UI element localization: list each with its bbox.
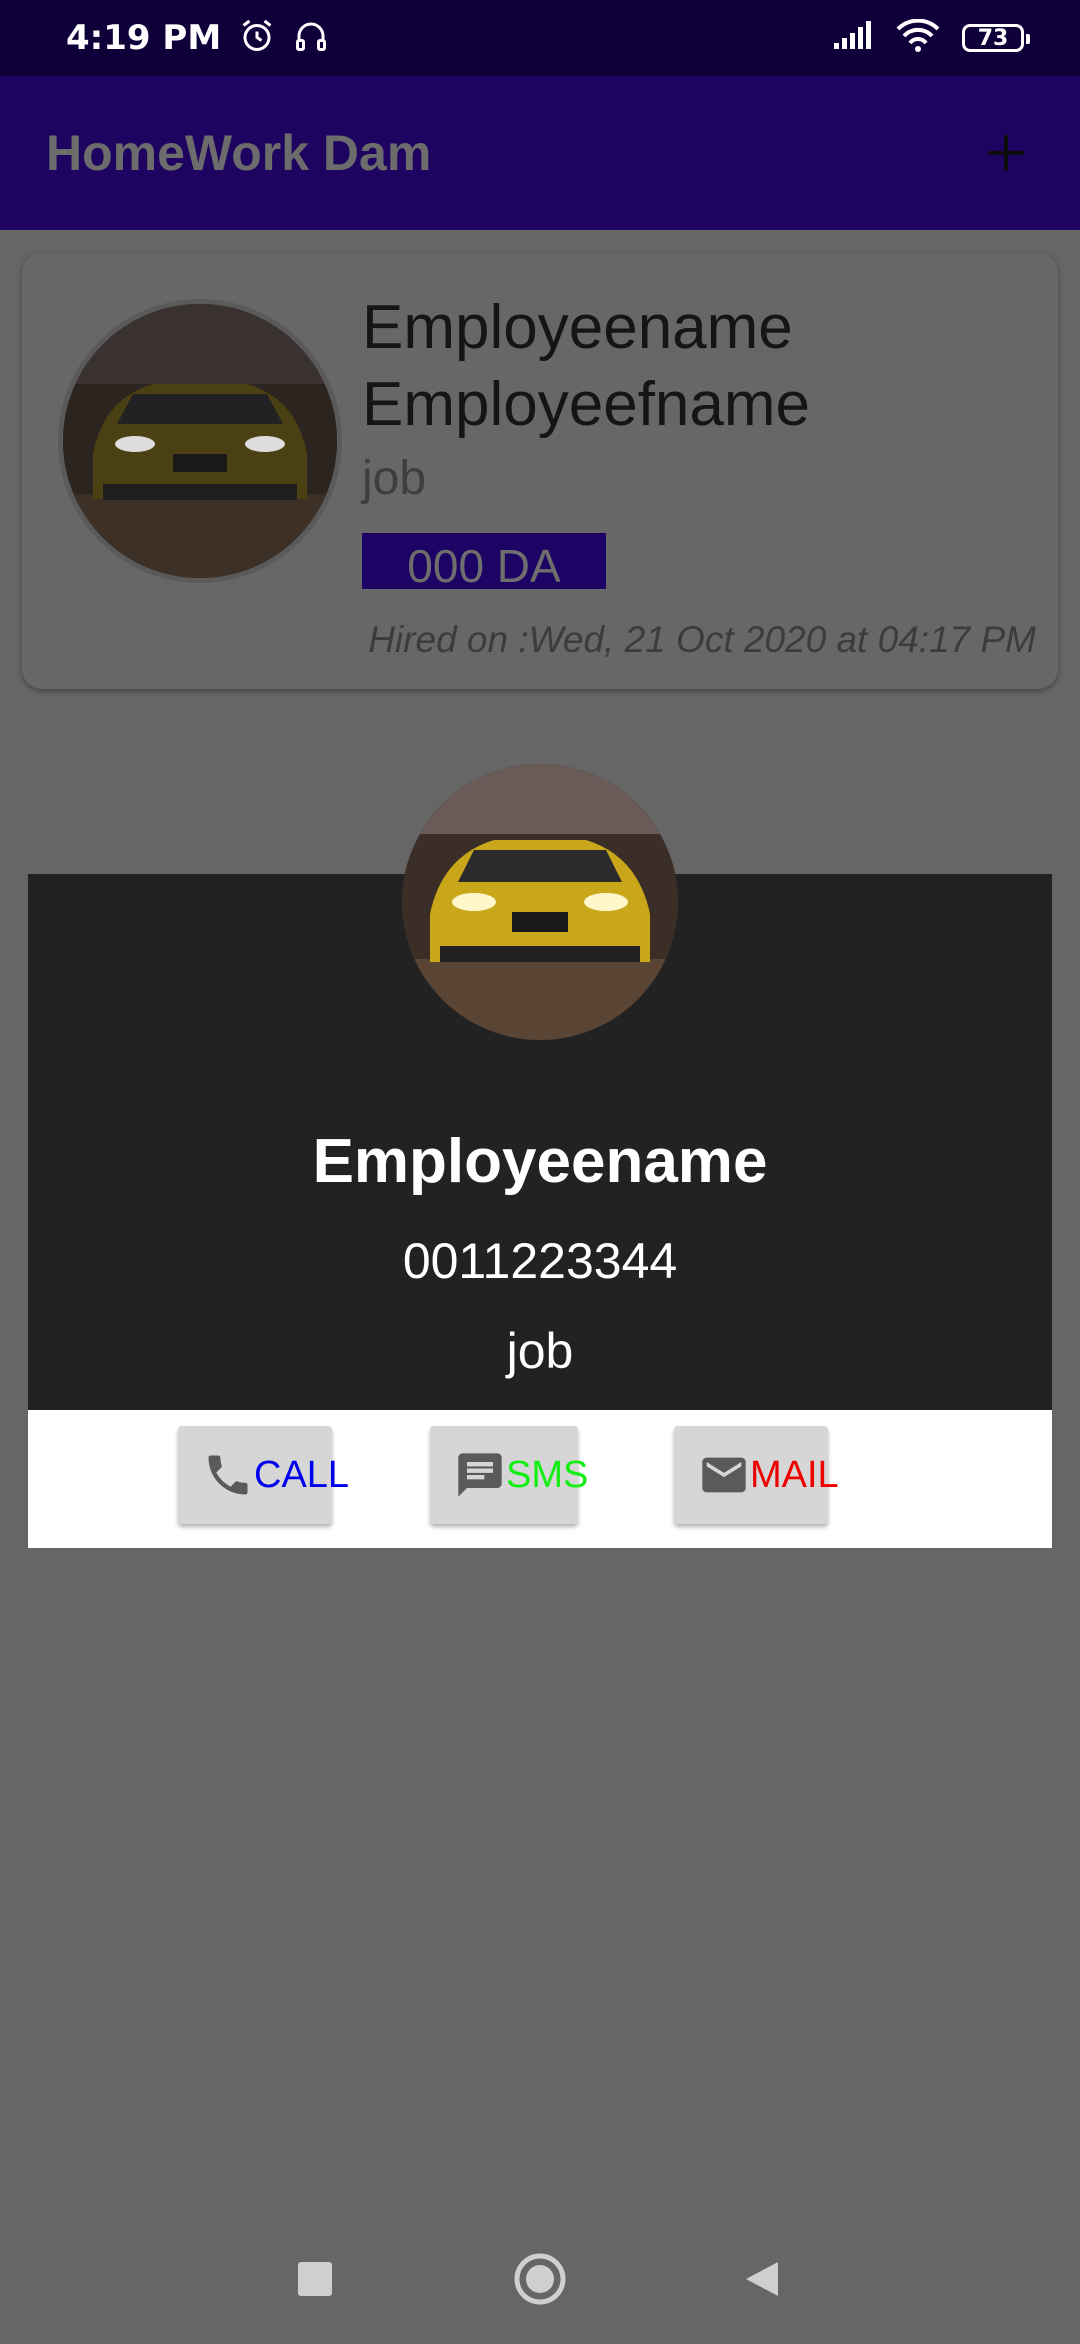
dialog-actions: CALL SMS MAIL <box>28 1410 1052 1548</box>
wifi-icon <box>896 18 940 57</box>
call-label: CALL <box>254 1453 350 1496</box>
phone-icon <box>202 1447 254 1503</box>
mail-button[interactable]: MAIL <box>674 1426 839 1524</box>
sms-label: SMS <box>506 1453 589 1496</box>
employee-job: job <box>362 452 427 505</box>
add-employee-button[interactable] <box>978 125 1034 181</box>
hired-date: Hired on :Wed, 21 Oct 2020 at 04:17 PM <box>368 619 1036 660</box>
sms-button[interactable]: SMS <box>430 1426 588 1524</box>
dialog-avatar <box>402 764 678 1040</box>
plus-icon <box>988 135 1024 171</box>
employee-full-name: Employeename Employeefname <box>362 293 811 439</box>
app-title: HomeWork Dam <box>46 125 432 181</box>
dialog-phone-number: 0011223344 <box>402 1233 678 1289</box>
call-button[interactable]: CALL <box>178 1426 349 1524</box>
signal-icon <box>834 21 874 55</box>
status-left: 4:19 PM <box>66 18 329 58</box>
employee-avatar[interactable] <box>58 299 342 583</box>
headset-icon <box>293 18 329 58</box>
battery-indicator: 73 <box>962 24 1030 52</box>
mail-label: MAIL <box>750 1453 839 1496</box>
dialog-employee-name: Employeename <box>312 1127 768 1196</box>
message-icon <box>454 1447 506 1503</box>
salary-badge: 000 DA <box>362 533 606 589</box>
mail-icon <box>698 1447 750 1503</box>
back-triangle-icon[interactable] <box>746 2262 778 2296</box>
status-bar: 4:19 PM 73 <box>0 0 1080 76</box>
car-photo <box>63 304 337 578</box>
dialog-job: job <box>506 1323 574 1379</box>
app-bar: HomeWork Dam <box>0 76 1080 230</box>
car-photo <box>402 764 678 1040</box>
status-right: 73 <box>834 18 1030 57</box>
status-time: 4:19 PM <box>66 18 222 58</box>
navigation-bar <box>0 2220 1080 2340</box>
employee-card[interactable]: Employeename Employeefname job 000 DA Hi… <box>22 253 1058 689</box>
alarm-icon <box>239 18 275 58</box>
home-circle-icon[interactable] <box>514 2253 566 2305</box>
recents-square-icon[interactable] <box>298 2262 332 2296</box>
